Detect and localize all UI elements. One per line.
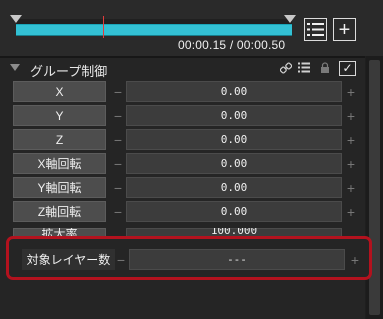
timeline-track[interactable]	[16, 24, 292, 36]
panel-empty-area	[0, 282, 365, 319]
param-row-x: X − 0.00 +	[0, 81, 365, 103]
playhead[interactable]	[103, 16, 104, 38]
plus-icon[interactable]: +	[345, 177, 357, 198]
plus-icon[interactable]: +	[349, 249, 361, 270]
param-row-y-rotation: Y軸回転 − 0.00 +	[0, 177, 365, 199]
minus-icon[interactable]: −	[112, 105, 124, 126]
list-button[interactable]	[304, 18, 327, 41]
plus-icon[interactable]: +	[345, 153, 357, 174]
param-label-scale[interactable]: 拡大率	[13, 228, 106, 236]
group-header[interactable]: グループ制御 ✓	[0, 58, 365, 79]
layer-count-label: 対象レイヤー数	[22, 249, 115, 270]
lock-icon[interactable]	[320, 62, 330, 74]
param-value-scale[interactable]: 100.000	[126, 228, 342, 236]
start-marker-icon[interactable]	[10, 15, 22, 23]
enable-checkbox[interactable]: ✓	[339, 61, 356, 76]
layer-count-value[interactable]: ---	[129, 249, 345, 270]
link-icon[interactable]	[280, 62, 292, 74]
param-value-x-rotation[interactable]: 0.00	[126, 153, 342, 174]
plus-icon[interactable]: +	[345, 105, 357, 126]
param-value-y[interactable]: 0.00	[126, 105, 342, 126]
time-readout: 00:00.15 / 00:00.50	[178, 38, 286, 52]
param-value-z[interactable]: 0.00	[126, 129, 342, 150]
add-button[interactable]: +	[333, 18, 356, 41]
end-marker-icon[interactable]	[284, 15, 296, 23]
list-icon[interactable]	[298, 62, 310, 73]
plus-icon: +	[338, 18, 351, 41]
param-label-y-rotation[interactable]: Y軸回転	[13, 177, 106, 198]
param-label-x[interactable]: X	[13, 81, 106, 102]
param-row-z: Z − 0.00 +	[0, 129, 365, 151]
minus-icon[interactable]: −	[112, 81, 124, 102]
group-title: グループ制御	[30, 64, 108, 79]
param-value-z-rotation[interactable]: 0.00	[126, 201, 342, 222]
param-label-scale-text: 拡大率	[41, 228, 78, 236]
param-row-y: Y − 0.00 +	[0, 105, 365, 127]
param-label-y[interactable]: Y	[13, 105, 106, 126]
minus-icon[interactable]: −	[115, 249, 127, 270]
param-row-z-rotation: Z軸回転 − 0.00 +	[0, 201, 365, 223]
param-row-x-rotation: X軸回転 − 0.00 +	[0, 153, 365, 175]
param-label-z[interactable]: Z	[13, 129, 106, 150]
triangle-down-icon[interactable]	[10, 64, 20, 71]
param-value-x[interactable]: 0.00	[126, 81, 342, 102]
layer-count-row-highlight: 対象レイヤー数 − --- +	[6, 236, 372, 280]
param-value-y-rotation[interactable]: 0.00	[126, 177, 342, 198]
plus-icon[interactable]: +	[345, 129, 357, 150]
minus-icon[interactable]: −	[112, 177, 124, 198]
timeline-bar: 00:00.15 / 00:00.50 +	[0, 0, 383, 56]
minus-icon[interactable]: −	[112, 201, 124, 222]
param-row-scale: 拡大率 100.000	[0, 228, 365, 236]
param-label-x-rotation[interactable]: X軸回転	[13, 153, 106, 174]
minus-icon[interactable]: −	[112, 153, 124, 174]
plus-icon[interactable]: +	[345, 81, 357, 102]
minus-icon[interactable]: −	[112, 129, 124, 150]
list-icon	[307, 23, 324, 36]
param-value-scale-text: 100.000	[210, 228, 258, 236]
param-label-z-rotation[interactable]: Z軸回転	[13, 201, 106, 222]
plus-icon[interactable]: +	[345, 201, 357, 222]
